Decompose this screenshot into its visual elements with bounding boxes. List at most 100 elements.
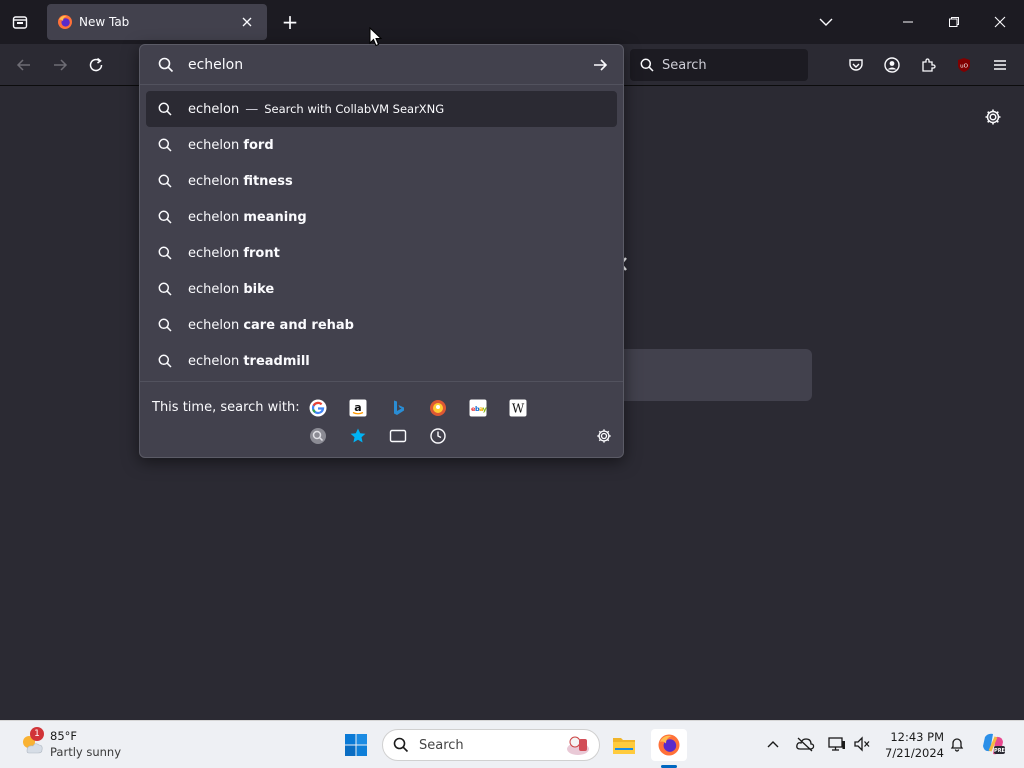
mouse-cursor-icon (369, 27, 383, 47)
engine-searxng-button[interactable] (306, 424, 330, 448)
urlbar-dropdown: echelon echelon — Search with CollabVM Sea… (139, 44, 624, 458)
search-icon (158, 282, 172, 296)
folder-icon (613, 738, 635, 754)
searxng-icon (310, 428, 326, 444)
result-text: echelon ford (188, 137, 274, 153)
result-row[interactable]: echelon fitness (146, 163, 617, 199)
firefox-icon (58, 15, 72, 29)
result-row[interactable]: echelon ford (146, 127, 617, 163)
page-customize-button[interactable] (980, 104, 1006, 130)
result-row[interactable]: echelon treadmill (146, 343, 617, 379)
minimize-button[interactable] (888, 6, 928, 38)
toolbar-search-input[interactable]: Search (630, 49, 808, 81)
weather-widget[interactable]: 1 85°F Partly sunny (16, 727, 146, 763)
result-row[interactable]: echelon bike (146, 271, 617, 307)
urlbar-typed-text: echelon (188, 56, 244, 73)
start-button[interactable] (340, 729, 372, 761)
one-off-search-bar: This time, search with: a ebay W (140, 381, 623, 459)
arrow-left-icon (16, 59, 30, 71)
result-row-selected[interactable]: echelon — Search with CollabVM SearXNG (146, 91, 617, 127)
weather-notification-badge: 1 (30, 727, 44, 741)
tabs-search-button[interactable] (386, 424, 410, 448)
firefox-view-button[interactable] (4, 6, 36, 38)
gear-icon (597, 429, 611, 443)
svg-text:uO: uO (960, 64, 968, 70)
search-icon (158, 354, 172, 368)
forward-button[interactable] (44, 49, 76, 81)
svg-text:y: y (483, 405, 488, 413)
toolbar-search-placeholder: Search (662, 57, 707, 73)
arrow-right-icon (594, 58, 608, 71)
search-icon (158, 246, 172, 260)
new-tab-button[interactable]: + (276, 8, 304, 36)
taskbar-file-explorer[interactable] (606, 729, 642, 761)
taskbar-search-label: Search (419, 737, 464, 753)
ublock-origin-icon: uO (958, 58, 970, 72)
restore-icon (949, 17, 959, 27)
network-tray-icon[interactable] (826, 733, 848, 755)
monitor-network-icon (828, 737, 845, 751)
pocket-button[interactable] (840, 49, 872, 81)
onedrive-tray-icon[interactable] (794, 733, 816, 755)
reload-button[interactable] (80, 49, 112, 81)
engine-amazon-button[interactable]: a (346, 396, 370, 420)
engine-bing-button[interactable] (386, 396, 410, 420)
search-icon (158, 174, 172, 188)
tab-icon (389, 429, 407, 443)
clock-time: 12:43 PM (890, 730, 944, 744)
bookmarks-search-button[interactable] (346, 424, 370, 448)
urlbar-results: echelon — Search with CollabVM SearXNG ech… (146, 91, 617, 379)
ublock-origin-button[interactable]: uO (948, 49, 980, 81)
engine-wikipedia-button[interactable]: W (506, 396, 530, 420)
engine-google-button[interactable] (306, 396, 330, 420)
minimize-icon (903, 21, 913, 23)
urlbar-go-button[interactable] (585, 50, 615, 80)
history-search-button[interactable] (426, 424, 450, 448)
close-icon (994, 16, 1006, 28)
arrow-right-icon (54, 59, 68, 71)
result-text: echelon fitness (188, 173, 293, 189)
clock-date: 7/21/2024 (885, 746, 944, 760)
copilot-button[interactable]: PRE (980, 731, 1006, 757)
window-close-button[interactable] (980, 6, 1020, 38)
engine-ebay-button[interactable]: ebay (466, 396, 490, 420)
restore-button[interactable] (934, 6, 974, 38)
windows-logo-icon (345, 734, 367, 756)
engine-duckduckgo-button[interactable] (426, 396, 450, 420)
search-icon (158, 210, 172, 224)
taskbar-clock[interactable]: 12:43 PM 7/21/2024 (878, 729, 944, 761)
show-hidden-icons-button[interactable] (762, 733, 784, 755)
volume-tray-icon[interactable] (851, 733, 873, 755)
tab-close-button[interactable] (237, 12, 257, 32)
search-highlight-icon (567, 736, 589, 755)
firefox-icon (658, 734, 680, 756)
tab-bar: New Tab + (0, 0, 1024, 44)
svg-text:a: a (354, 401, 361, 414)
result-text: echelon treadmill (188, 353, 310, 369)
close-icon (242, 17, 252, 27)
notifications-button[interactable] (946, 733, 968, 755)
result-row[interactable]: echelon front (146, 235, 617, 271)
star-icon (350, 428, 366, 443)
result-row[interactable]: echelon care and rehab (146, 307, 617, 343)
taskbar-firefox[interactable] (651, 729, 687, 761)
list-all-tabs-button[interactable] (806, 6, 846, 38)
app-menu-button[interactable] (984, 49, 1016, 81)
account-button[interactable] (876, 49, 908, 81)
tab-new-tab[interactable]: New Tab (47, 4, 267, 40)
weather-temperature: 85°F (50, 729, 77, 743)
taskbar-search-box[interactable]: Search (382, 729, 600, 761)
pocket-icon (849, 59, 863, 71)
google-icon (309, 399, 327, 417)
urlbar-input[interactable]: echelon (140, 45, 623, 85)
back-button[interactable] (8, 49, 40, 81)
svg-text:PRE: PRE (994, 748, 1006, 754)
tab-title: New Tab (79, 15, 130, 29)
result-row[interactable]: echelon meaning (146, 199, 617, 235)
search-settings-button[interactable] (592, 424, 616, 448)
taskbar: 1 85°F Partly sunny Search 12:43 PM 7/21… (0, 720, 1024, 768)
wikipedia-icon: W (509, 399, 527, 417)
page-search-box[interactable] (610, 349, 812, 401)
result-text: echelon care and rehab (188, 317, 354, 333)
extensions-button[interactable] (912, 49, 944, 81)
